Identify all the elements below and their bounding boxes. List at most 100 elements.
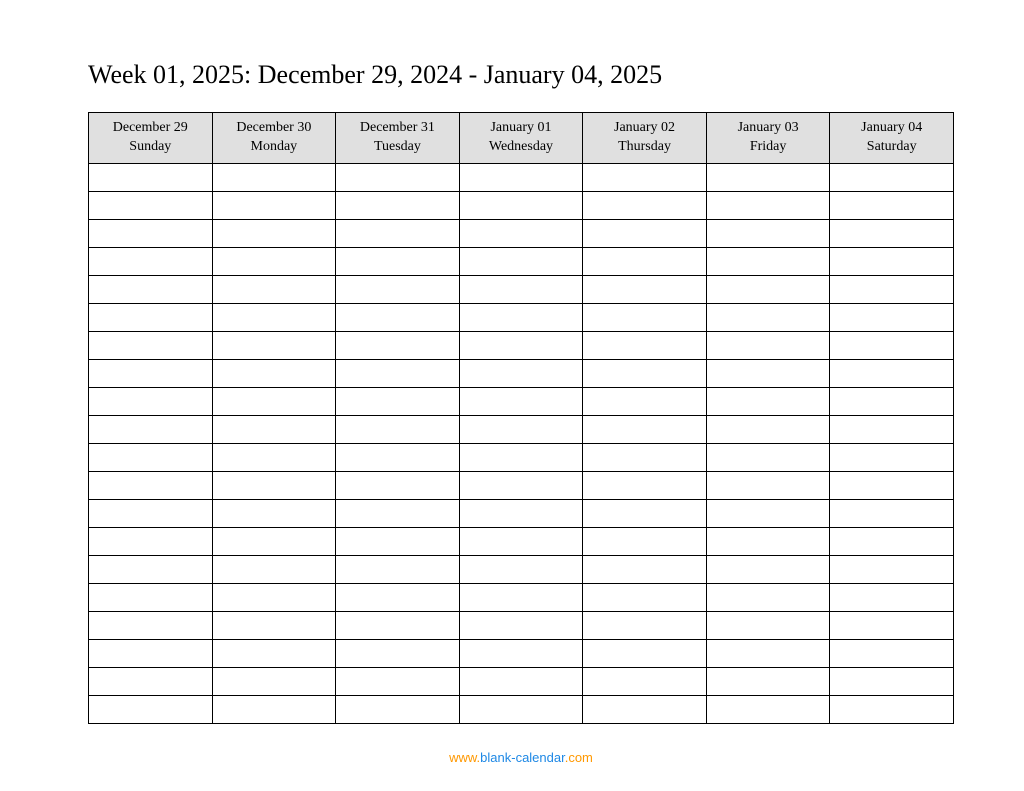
calendar-cell[interactable] bbox=[212, 387, 336, 415]
calendar-cell[interactable] bbox=[830, 611, 954, 639]
calendar-cell[interactable] bbox=[89, 303, 213, 331]
calendar-cell[interactable] bbox=[830, 415, 954, 443]
calendar-cell[interactable] bbox=[459, 331, 583, 359]
calendar-cell[interactable] bbox=[336, 499, 460, 527]
calendar-cell[interactable] bbox=[706, 219, 830, 247]
calendar-cell[interactable] bbox=[336, 387, 460, 415]
calendar-cell[interactable] bbox=[830, 163, 954, 191]
calendar-cell[interactable] bbox=[706, 331, 830, 359]
calendar-cell[interactable] bbox=[459, 611, 583, 639]
calendar-cell[interactable] bbox=[89, 247, 213, 275]
calendar-cell[interactable] bbox=[583, 247, 707, 275]
calendar-cell[interactable] bbox=[706, 527, 830, 555]
calendar-cell[interactable] bbox=[89, 695, 213, 723]
calendar-cell[interactable] bbox=[336, 247, 460, 275]
calendar-cell[interactable] bbox=[212, 163, 336, 191]
calendar-cell[interactable] bbox=[706, 695, 830, 723]
calendar-cell[interactable] bbox=[706, 471, 830, 499]
calendar-cell[interactable] bbox=[336, 555, 460, 583]
calendar-cell[interactable] bbox=[336, 415, 460, 443]
calendar-cell[interactable] bbox=[583, 275, 707, 303]
calendar-cell[interactable] bbox=[830, 191, 954, 219]
calendar-cell[interactable] bbox=[830, 695, 954, 723]
calendar-cell[interactable] bbox=[583, 527, 707, 555]
calendar-cell[interactable] bbox=[830, 499, 954, 527]
calendar-cell[interactable] bbox=[89, 527, 213, 555]
calendar-cell[interactable] bbox=[89, 219, 213, 247]
calendar-cell[interactable] bbox=[583, 359, 707, 387]
calendar-cell[interactable] bbox=[89, 667, 213, 695]
calendar-cell[interactable] bbox=[212, 639, 336, 667]
calendar-cell[interactable] bbox=[583, 415, 707, 443]
calendar-cell[interactable] bbox=[89, 163, 213, 191]
calendar-cell[interactable] bbox=[459, 359, 583, 387]
calendar-cell[interactable] bbox=[583, 163, 707, 191]
calendar-cell[interactable] bbox=[212, 275, 336, 303]
calendar-cell[interactable] bbox=[459, 583, 583, 611]
calendar-cell[interactable] bbox=[212, 303, 336, 331]
calendar-cell[interactable] bbox=[212, 499, 336, 527]
calendar-cell[interactable] bbox=[212, 219, 336, 247]
calendar-cell[interactable] bbox=[830, 247, 954, 275]
calendar-cell[interactable] bbox=[212, 583, 336, 611]
calendar-cell[interactable] bbox=[212, 415, 336, 443]
calendar-cell[interactable] bbox=[583, 219, 707, 247]
calendar-cell[interactable] bbox=[212, 359, 336, 387]
calendar-cell[interactable] bbox=[459, 247, 583, 275]
calendar-cell[interactable] bbox=[830, 219, 954, 247]
calendar-cell[interactable] bbox=[459, 275, 583, 303]
calendar-cell[interactable] bbox=[830, 527, 954, 555]
calendar-cell[interactable] bbox=[336, 527, 460, 555]
calendar-cell[interactable] bbox=[89, 387, 213, 415]
calendar-cell[interactable] bbox=[212, 191, 336, 219]
calendar-cell[interactable] bbox=[459, 415, 583, 443]
calendar-cell[interactable] bbox=[459, 303, 583, 331]
calendar-cell[interactable] bbox=[830, 639, 954, 667]
calendar-cell[interactable] bbox=[459, 191, 583, 219]
calendar-cell[interactable] bbox=[336, 695, 460, 723]
calendar-cell[interactable] bbox=[583, 331, 707, 359]
calendar-cell[interactable] bbox=[212, 611, 336, 639]
calendar-cell[interactable] bbox=[459, 667, 583, 695]
calendar-cell[interactable] bbox=[89, 275, 213, 303]
calendar-cell[interactable] bbox=[583, 639, 707, 667]
calendar-cell[interactable] bbox=[706, 583, 830, 611]
calendar-cell[interactable] bbox=[830, 555, 954, 583]
calendar-cell[interactable] bbox=[89, 639, 213, 667]
calendar-cell[interactable] bbox=[706, 275, 830, 303]
calendar-cell[interactable] bbox=[830, 275, 954, 303]
calendar-cell[interactable] bbox=[89, 415, 213, 443]
calendar-cell[interactable] bbox=[336, 191, 460, 219]
calendar-cell[interactable] bbox=[336, 471, 460, 499]
calendar-cell[interactable] bbox=[830, 583, 954, 611]
calendar-cell[interactable] bbox=[583, 191, 707, 219]
calendar-cell[interactable] bbox=[706, 443, 830, 471]
calendar-cell[interactable] bbox=[336, 611, 460, 639]
calendar-cell[interactable] bbox=[583, 695, 707, 723]
calendar-cell[interactable] bbox=[459, 387, 583, 415]
calendar-cell[interactable] bbox=[583, 303, 707, 331]
calendar-cell[interactable] bbox=[830, 359, 954, 387]
calendar-cell[interactable] bbox=[583, 583, 707, 611]
calendar-cell[interactable] bbox=[336, 583, 460, 611]
calendar-cell[interactable] bbox=[583, 555, 707, 583]
calendar-cell[interactable] bbox=[583, 611, 707, 639]
calendar-cell[interactable] bbox=[830, 443, 954, 471]
calendar-cell[interactable] bbox=[830, 667, 954, 695]
calendar-cell[interactable] bbox=[89, 611, 213, 639]
calendar-cell[interactable] bbox=[706, 247, 830, 275]
calendar-cell[interactable] bbox=[89, 191, 213, 219]
calendar-cell[interactable] bbox=[89, 499, 213, 527]
calendar-cell[interactable] bbox=[706, 387, 830, 415]
calendar-cell[interactable] bbox=[583, 499, 707, 527]
calendar-cell[interactable] bbox=[212, 667, 336, 695]
calendar-cell[interactable] bbox=[459, 471, 583, 499]
calendar-cell[interactable] bbox=[336, 443, 460, 471]
calendar-cell[interactable] bbox=[706, 667, 830, 695]
calendar-cell[interactable] bbox=[706, 555, 830, 583]
calendar-cell[interactable] bbox=[212, 443, 336, 471]
calendar-cell[interactable] bbox=[583, 387, 707, 415]
calendar-cell[interactable] bbox=[459, 163, 583, 191]
calendar-cell[interactable] bbox=[212, 471, 336, 499]
calendar-cell[interactable] bbox=[212, 331, 336, 359]
